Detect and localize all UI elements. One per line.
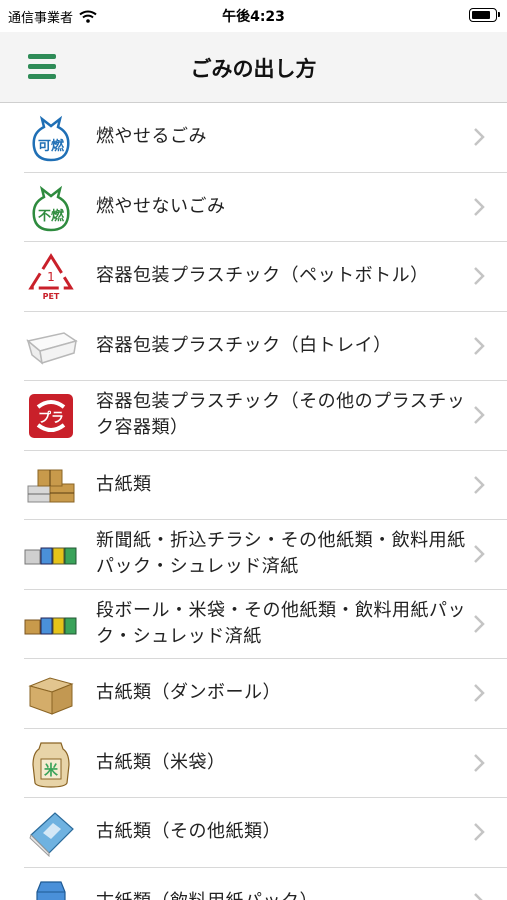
battery-icon xyxy=(469,8,500,22)
chevron-right-icon xyxy=(474,475,485,494)
page-title: ごみの出し方 xyxy=(190,57,317,81)
list-item-label: 古紙類（その他紙類） xyxy=(96,821,281,843)
list-item-label: 容器包装プラスチック（白トレイ） xyxy=(96,334,392,356)
list-item-label: 燃やせないごみ xyxy=(96,195,226,217)
nav-bar: ごみの出し方 xyxy=(0,32,507,103)
newspaper-cartons-icon xyxy=(24,530,78,580)
burnable-garbage-bag-icon: 可燃 xyxy=(24,113,78,163)
list-item-waste-paper[interactable]: 古紙類 xyxy=(24,451,507,520)
plastic-mark-icon: プラ xyxy=(24,391,78,441)
list-item-label: 新聞紙・折込チラシ・その他紙類・飲料用紙パック・シュレッド済紙 xyxy=(96,530,466,578)
paper-book-icon xyxy=(24,808,78,858)
chevron-right-icon xyxy=(474,128,485,146)
list-item-label: 古紙類（飲料用紙パック） xyxy=(96,868,467,900)
chevron-right-icon xyxy=(474,267,485,285)
svg-text:可燃: 可燃 xyxy=(38,138,65,154)
list-item-label: 燃やせるごみ xyxy=(96,126,207,148)
list-item-other-paper[interactable]: 古紙類（その他紙類） xyxy=(24,798,507,868)
svg-text:プラ: プラ xyxy=(38,411,64,426)
list-item-label: 容器包装プラスチック（ペットボトル） xyxy=(96,265,429,287)
list-item-burnable[interactable]: 可燃 燃やせるごみ xyxy=(24,103,507,173)
status-time: 午後4:23 xyxy=(222,9,285,25)
list-item-label: 古紙類（ダンボール） xyxy=(96,682,281,704)
chevron-right-icon xyxy=(474,614,485,633)
status-bar: 通信事業者 午後4:23 xyxy=(0,0,507,32)
pet-recycle-icon: 1 PET xyxy=(24,252,78,302)
list-item-pet-bottle[interactable]: 1 PET 容器包装プラスチック（ペットボトル） xyxy=(24,242,507,312)
list-item-newspaper-group[interactable]: 新聞紙・折込チラシ・その他紙類・飲料用紙パック・シュレッド済紙 xyxy=(24,520,507,590)
list-item-label: 段ボール・米袋・その他紙類・飲料用紙パック・シュレッド済紙 xyxy=(96,599,466,647)
cardboard-box-icon xyxy=(24,669,78,719)
list-item-cardboard[interactable]: 古紙類（ダンボール） xyxy=(24,659,507,729)
rice-bag-icon: 米 xyxy=(24,739,78,789)
chevron-right-icon xyxy=(474,197,485,216)
list-item-cardboard-group[interactable]: 段ボール・米袋・その他紙類・飲料用紙パック・シュレッド済紙 xyxy=(24,590,507,659)
list-item-white-tray[interactable]: 容器包装プラスチック（白トレイ） xyxy=(24,312,507,381)
chevron-right-icon xyxy=(474,684,485,702)
list-item-non-burnable[interactable]: 不燃 燃やせないごみ xyxy=(24,173,507,242)
svg-text:1: 1 xyxy=(47,270,55,284)
garbage-category-list: 可燃 燃やせるごみ 不燃 燃やせないごみ 1 PET 容器包装プラスチック（ペッ… xyxy=(0,103,507,900)
list-item-label: 古紙類（米袋） xyxy=(96,751,226,773)
list-item-rice-bag[interactable]: 米 古紙類（米袋） xyxy=(24,729,507,798)
svg-text:米: 米 xyxy=(44,762,59,779)
chevron-right-icon xyxy=(474,753,485,772)
chevron-right-icon xyxy=(474,545,485,563)
milk-carton-icon xyxy=(24,878,78,900)
list-item-other-plastic[interactable]: プラ 容器包装プラスチック（その他のプラスチック容器類） xyxy=(24,381,507,451)
list-item-label: 容器包装プラスチック（その他のプラスチック容器類） xyxy=(96,391,466,439)
list-item-paper-carton[interactable]: 古紙類（飲料用紙パック） xyxy=(24,868,507,900)
waste-paper-bundles-icon xyxy=(24,461,78,511)
svg-text:PET: PET xyxy=(43,292,60,301)
chevron-right-icon xyxy=(474,406,485,424)
chevron-right-icon xyxy=(474,336,485,355)
list-item-label: 古紙類 xyxy=(96,473,152,495)
non-burnable-garbage-bag-icon: 不燃 xyxy=(24,183,78,233)
chevron-right-icon xyxy=(474,892,484,900)
chevron-right-icon xyxy=(474,823,485,841)
svg-text:不燃: 不燃 xyxy=(38,208,65,224)
white-tray-icon xyxy=(24,322,78,372)
cardboard-cartons-icon xyxy=(24,600,78,650)
